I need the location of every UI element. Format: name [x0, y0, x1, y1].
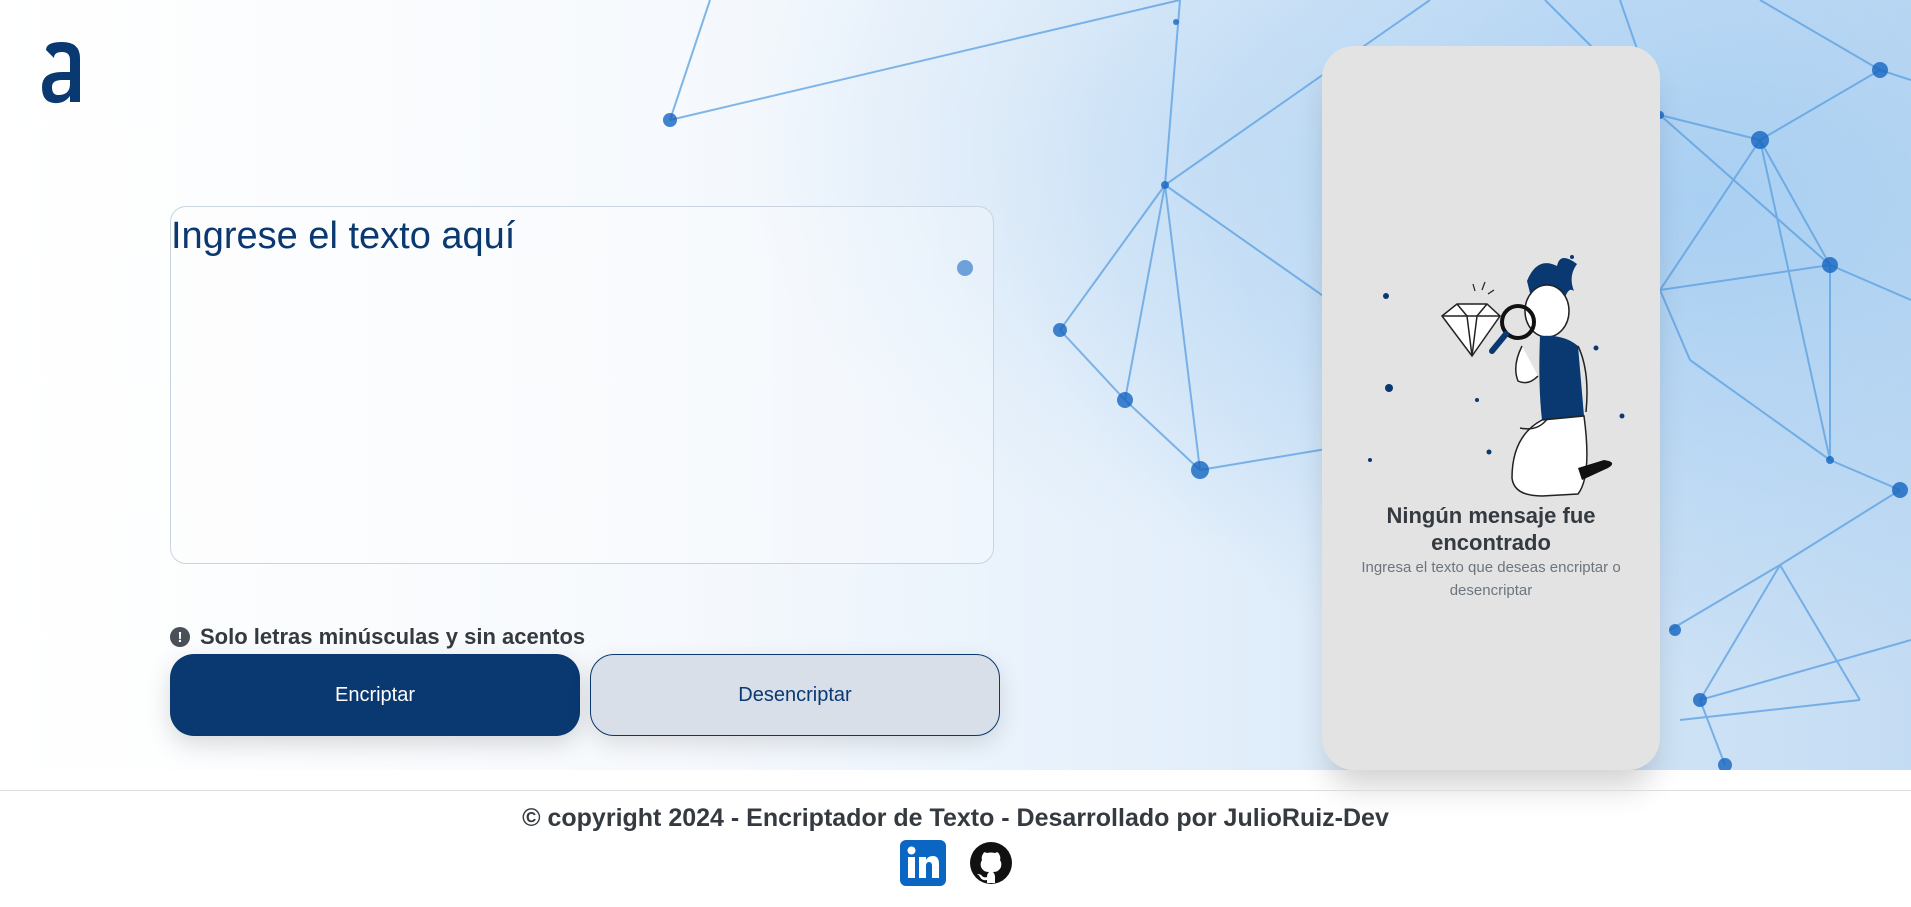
footer-copyright: © copyright 2024 - Encriptador de Texto … [522, 804, 1389, 832]
exclamation-icon: ! [170, 627, 190, 647]
footer-divider [0, 790, 1911, 791]
empty-state-title: Ningún mensaje fue encontrado [1386, 503, 1596, 555]
github-icon[interactable] [968, 840, 1014, 886]
page: ! Solo letras minúsculas y sin acentos E… [0, 0, 1911, 907]
output-panel: Ningún mensaje fue encontrado Ingresa el… [1322, 46, 1660, 770]
input-hint: ! Solo letras minúsculas y sin acentos [170, 624, 585, 650]
encrypt-button[interactable]: Encriptar [170, 654, 580, 736]
social-links [900, 840, 1014, 886]
person-magnifying-glass-illustration [1368, 255, 1625, 497]
decrypt-button[interactable]: Desencriptar [590, 654, 1000, 736]
hint-text: Solo letras minúsculas y sin acentos [200, 624, 586, 649]
logo-icon[interactable] [40, 40, 88, 110]
empty-state-subtitle: Ingresa el texto que deseas encriptar o … [1361, 559, 1621, 599]
linkedin-icon[interactable] [900, 840, 946, 886]
text-input[interactable] [170, 206, 994, 564]
